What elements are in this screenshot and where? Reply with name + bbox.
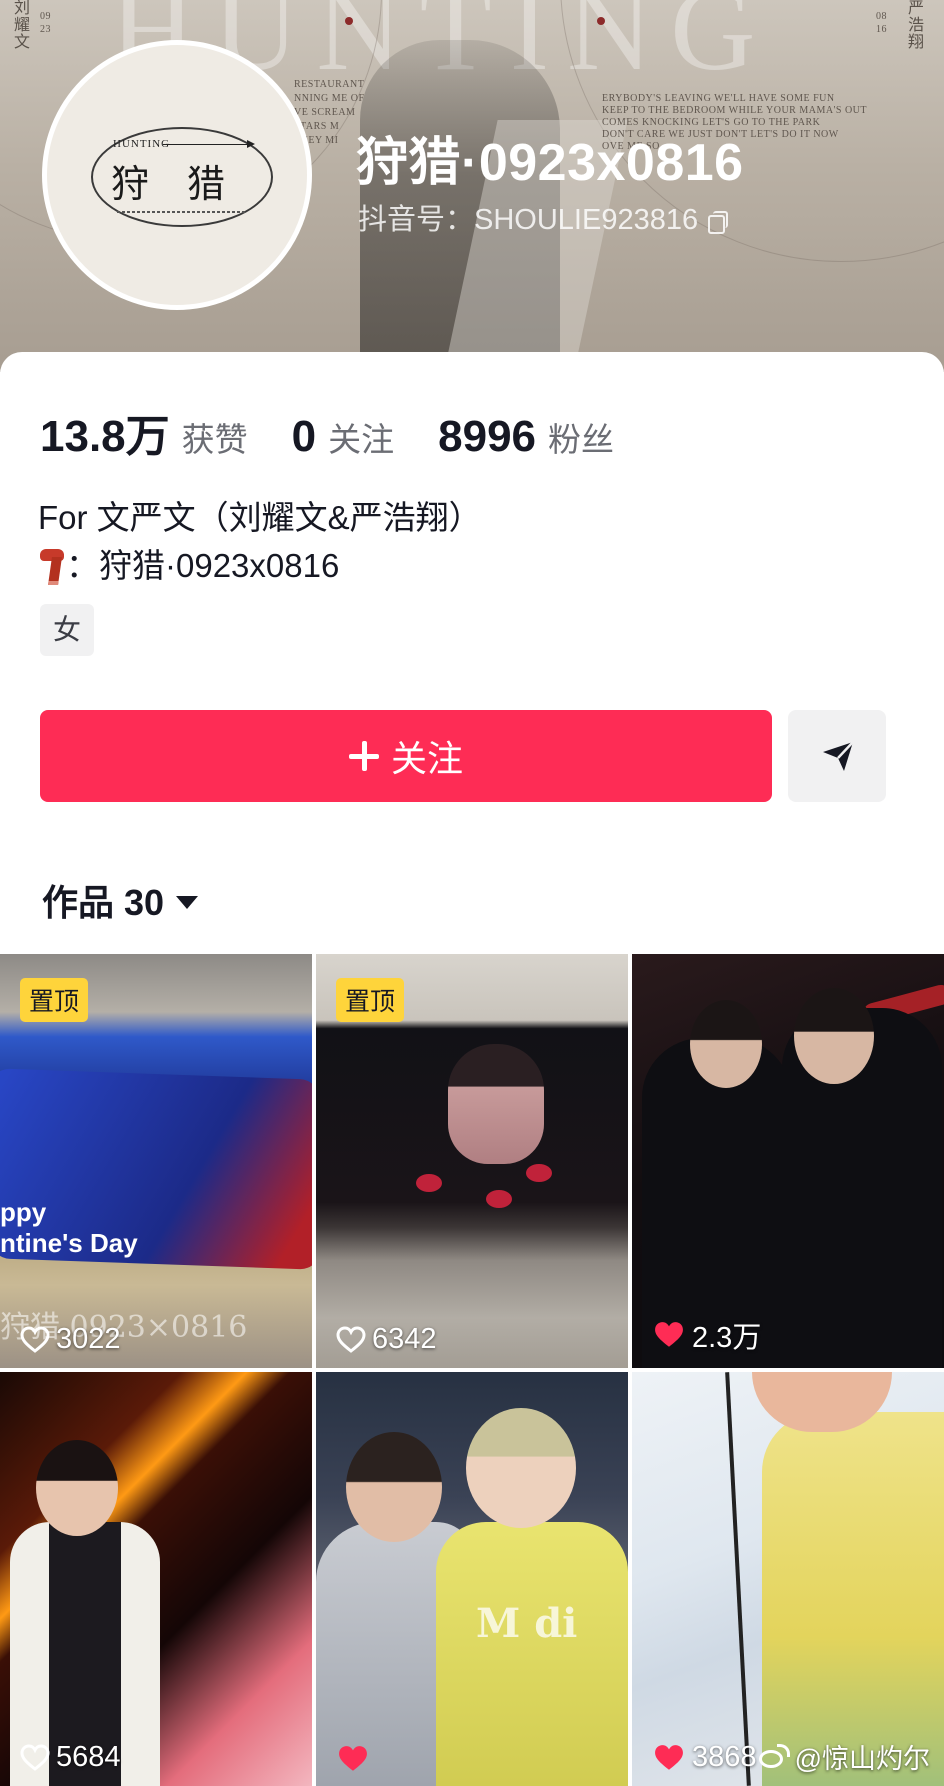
profile-banner: HUNTING 刘耀文 09 23 严浩翔 08 16 RESTAURANT N… [0,0,944,372]
banner-dot [597,17,605,25]
following-label[interactable]: 关注 [328,413,394,461]
bio-line-2: ：狩猎·0923x0816 [66,547,340,584]
video-tile[interactable]: 2.3万 [632,954,944,1368]
tile-person [762,1412,944,1786]
tile-head [794,988,874,1084]
bio-line-2-row: ：狩猎·0923x0816 [38,542,482,590]
follow-button[interactable]: 关注 [40,710,772,802]
likes-count[interactable]: 13.8万 [40,400,170,464]
heart-filled-icon [655,1744,683,1770]
weibo-icon [757,1743,790,1770]
avatar-hunting-text: HUNTING [113,138,171,150]
tile-head [346,1432,442,1542]
tile-likes [336,1744,376,1774]
video-tile[interactable]: ppy ntine's Day 狩猎 0923×0816 置顶 3022 [0,954,312,1368]
video-tile[interactable]: 5684 [0,1372,312,1786]
weibo-watermark: @惊山灼尔 [757,1737,930,1776]
gender-tag: 女 [40,604,94,656]
douyin-id: 抖音号：SHOULIE923816 [358,204,699,236]
banner-lyric-left: VE SCREAM [294,107,356,118]
banner-left-name: 刘耀文 [14,0,31,51]
caret-down-icon[interactable] [176,896,199,909]
heart-filled-icon [339,1746,367,1771]
tile-likes-count: 3022 [56,1323,121,1355]
likes-label[interactable]: 获赞 [182,413,248,461]
tile-screen-text: ppy ntine's Day [0,1197,138,1258]
tile-screen-face [448,1044,544,1164]
heart-outline-icon [20,1325,50,1353]
avatar-fine-print [117,211,247,213]
tile-likes-count: 6342 [372,1323,437,1355]
douyin-id-row[interactable]: 抖音号：SHOULIE923816 [358,196,729,238]
heart-filled-icon [655,1322,683,1347]
tile-head [466,1408,576,1528]
avatar-char-left: 狩 [111,162,150,206]
tile-head [36,1440,118,1536]
works-tab[interactable]: 作品 30 [42,874,199,926]
tile-likes: 3022 [20,1323,121,1356]
following-count[interactable]: 0 [292,412,316,462]
watermark-text: @惊山灼尔 [794,1744,930,1774]
tile-likes: 5684 [20,1741,121,1774]
tile-person [436,1522,628,1786]
follow-button-label: 关注 [390,738,463,779]
works-label: 作品 30 [42,882,165,923]
banner-lyric-left: NNING ME OF [294,93,365,104]
tile-likes-count: 2.3万 [692,1322,762,1354]
banner-dot [345,17,353,25]
banner-lyric-left: RESTAURANT [294,79,365,90]
followers-count[interactable]: 8996 [438,412,536,462]
heart-outline-icon [20,1743,50,1771]
paper-plane-icon [823,741,854,771]
tile-jersey-text: M di [476,1600,578,1647]
tile-likes: 3868 [652,1741,757,1774]
tile-likes-count: 5684 [56,1741,121,1773]
pinned-badge: 置顶 [336,978,405,1022]
copy-icon[interactable] [708,211,729,234]
video-tile[interactable]: 3868 [632,1372,944,1786]
pinned-badge: 置顶 [20,978,89,1022]
scarf-icon [38,547,66,583]
arrow-right-icon [163,140,255,148]
plus-icon [348,741,379,771]
banner-left-date: 09 23 [40,11,51,35]
stats-row: 13.8万 获赞 0 关注 8996 粉丝 [40,400,658,464]
profile-name: 狩猎·0923x0816 [356,134,744,192]
tile-likes: 2.3万 [652,1314,761,1356]
followers-label[interactable]: 粉丝 [548,413,614,461]
banner-right-name: 严浩翔 [908,0,925,51]
video-tile[interactable]: M di [316,1372,628,1786]
tile-likes-count: 3868 [692,1741,757,1773]
tile-light [486,1190,512,1208]
tile-likes: 6342 [336,1323,437,1356]
banner-right-date: 08 16 [876,11,887,35]
bio-line-1: For 文严文（刘耀文&严浩翔） [38,499,482,536]
tile-light [416,1174,442,1192]
bio: For 文严文（刘耀文&严浩翔） ：狩猎·0923x0816 [38,494,482,590]
tile-light [526,1164,552,1182]
tile-mic-cord [725,1372,751,1786]
avatar[interactable]: HUNTING 狩 猎 [42,40,312,310]
heart-outline-icon [336,1325,366,1353]
tile-head [690,1000,762,1088]
video-tile[interactable]: 置顶 6342 [316,954,628,1368]
avatar-char-right: 猎 [187,162,226,206]
send-message-button[interactable] [788,710,886,802]
